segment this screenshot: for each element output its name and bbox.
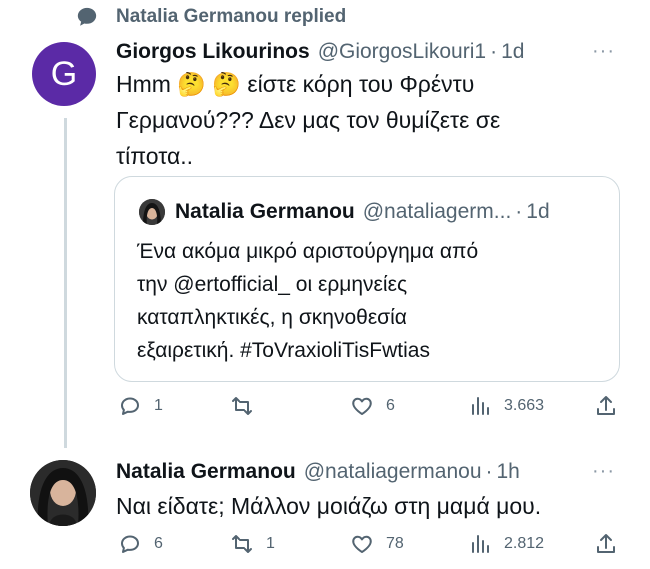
like-count: 6 xyxy=(386,397,395,414)
like-button[interactable]: 78 xyxy=(350,532,404,556)
tweet-time[interactable]: 1h xyxy=(497,460,520,484)
views-icon xyxy=(472,535,489,553)
reply-icon xyxy=(121,397,139,415)
more-options-icon[interactable]: ··· xyxy=(592,40,615,63)
like-button[interactable]: 6 xyxy=(350,394,395,418)
author-handle[interactable]: @GiorgosLikouri1 xyxy=(318,40,486,64)
tweet-text-line: Γερμανού??? Δεν μας τον θυμίζετε σε xyxy=(116,107,501,133)
views-count: 2.812 xyxy=(504,535,545,552)
author-handle[interactable]: @nataliagermanou xyxy=(304,460,482,484)
reply-count: 6 xyxy=(154,535,163,552)
quoted-tweet-text: Ένα ακόμα μικρό αριστούργημα από την @er… xyxy=(137,235,607,367)
tweet-text: Ναι είδατε; Μάλλον μοιάζω στη μαμά μου. xyxy=(116,493,542,519)
tweet-header: Natalia Germanou @nataliagermanou · 1h xyxy=(116,460,520,484)
quoted-tweet[interactable]: Natalia Germanou @nataliagerm... · 1d Έν… xyxy=(114,176,620,382)
quoted-text-line: Ένα ακόμα μικρό αριστούργημα από xyxy=(137,240,479,263)
tweet-header: Giorgos Likourinos @GiorgosLikouri1 · 1d xyxy=(116,40,524,64)
quoted-tweet-header: Natalia Germanou @nataliagerm... · 1d xyxy=(139,199,550,225)
reply-count: 1 xyxy=(154,397,163,414)
author-name[interactable]: Giorgos Likourinos xyxy=(116,40,310,64)
quoted-author-handle[interactable]: @nataliagerm... xyxy=(363,200,512,224)
avatar[interactable]: G xyxy=(32,42,96,106)
quoted-author-name[interactable]: Natalia Germanou xyxy=(175,200,355,224)
quoted-avatar xyxy=(139,199,165,225)
tweet-text-line: τίποτα.. xyxy=(116,143,194,169)
quoted-tweet-time[interactable]: 1d xyxy=(526,200,549,224)
views-button[interactable]: 2.812 xyxy=(468,532,544,556)
separator-dot: · xyxy=(485,460,493,483)
views-icon xyxy=(472,397,489,415)
share-button[interactable] xyxy=(594,532,630,556)
heart-icon xyxy=(352,535,372,553)
reply-button[interactable]: 6 xyxy=(118,532,163,556)
speech-bubble-icon xyxy=(76,6,98,28)
views-button[interactable]: 3.663 xyxy=(468,394,544,418)
like-count: 78 xyxy=(386,535,404,552)
more-options-icon[interactable]: ··· xyxy=(592,460,615,483)
quoted-text-line: την @ertofficial_ οι ερμηνείες xyxy=(137,273,408,296)
heart-icon xyxy=(352,397,372,415)
quoted-text-line: εξαιρετική. #ToVraxioliTisFwtias xyxy=(137,339,430,362)
thread-line xyxy=(64,118,67,448)
quoted-text-line: καταπληκτικές, η σκηνοθεσία xyxy=(137,306,407,329)
tweet-actions: 1 6 3.663 xyxy=(114,394,620,424)
replied-context: Natalia Germanou replied xyxy=(76,4,346,30)
tweet-time[interactable]: 1d xyxy=(501,40,524,64)
share-icon xyxy=(597,534,615,553)
tweet-text: Hmm 🤔 🤔 είστε κόρη του Φρέντυ Γερμανού??… xyxy=(116,66,626,174)
retweet-button[interactable]: 1 xyxy=(230,532,275,556)
tweet-actions: 6 1 78 2.812 xyxy=(114,532,620,562)
retweet-count: 1 xyxy=(266,535,275,552)
separator-dot: · xyxy=(490,40,498,63)
share-button[interactable] xyxy=(594,394,630,418)
share-icon xyxy=(597,396,615,415)
reply-button[interactable]: 1 xyxy=(118,394,163,418)
reply-icon xyxy=(121,535,139,553)
retweet-icon xyxy=(232,397,252,415)
retweet-button[interactable] xyxy=(230,394,266,418)
separator-dot: · xyxy=(515,200,523,223)
author-name[interactable]: Natalia Germanou xyxy=(116,460,296,484)
avatar-letter: G xyxy=(50,54,78,93)
replied-label: Natalia Germanou replied xyxy=(116,6,347,27)
avatar[interactable] xyxy=(30,460,96,526)
views-count: 3.663 xyxy=(504,397,545,414)
tweet-text-line: Hmm 🤔 🤔 είστε κόρη του Φρέντυ xyxy=(116,71,475,97)
retweet-icon xyxy=(232,535,252,553)
